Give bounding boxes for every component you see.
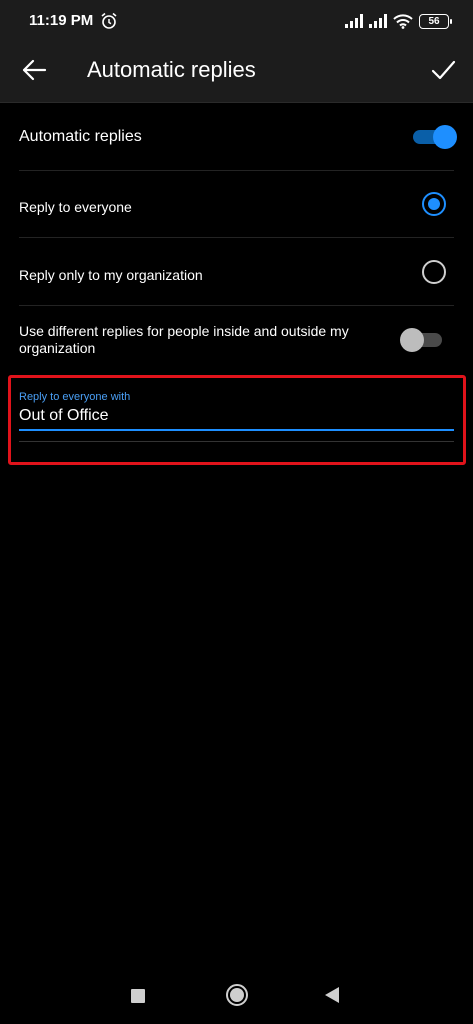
- divider: [19, 441, 454, 442]
- page-title: Automatic replies: [87, 57, 256, 82]
- reply-everyone-radio[interactable]: [422, 192, 446, 216]
- field-underline: [19, 429, 454, 431]
- recents-icon[interactable]: [131, 989, 145, 1003]
- battery-icon: 56: [419, 13, 452, 29]
- different-replies-label: Use different replies for people inside …: [19, 323, 349, 356]
- reply-message-input[interactable]: [19, 405, 454, 427]
- status-bar: 11:19 PM 56: [0, 0, 473, 40]
- automatic-replies-row[interactable]: Automatic replies: [0, 103, 473, 170]
- status-icons: 56: [345, 11, 452, 31]
- arrow-left-icon[interactable]: [20, 56, 48, 84]
- automatic-replies-toggle[interactable]: [413, 125, 457, 149]
- battery-level: 56: [428, 15, 440, 27]
- reply-org-label: Reply only to my organization: [19, 267, 203, 283]
- back-triangle-icon[interactable]: [325, 987, 339, 1003]
- signal-icon: [345, 14, 363, 28]
- home-icon[interactable]: [226, 984, 248, 1006]
- check-icon[interactable]: [430, 57, 456, 83]
- system-nav-bar: [0, 970, 473, 1024]
- app-bar: Automatic replies: [0, 40, 473, 103]
- status-time: 11:19 PM: [29, 12, 94, 29]
- automatic-replies-label: Automatic replies: [19, 128, 142, 145]
- alarm-icon: [101, 12, 117, 29]
- reply-everyone-option[interactable]: Reply to everyone: [0, 171, 473, 237]
- different-replies-row[interactable]: Use different replies for people inside …: [0, 306, 473, 368]
- reply-field-label: Reply to everyone with: [19, 391, 131, 403]
- wifi-icon: [393, 13, 413, 29]
- reply-everyone-label: Reply to everyone: [19, 199, 132, 215]
- reply-org-radio[interactable]: [422, 260, 446, 284]
- reply-org-option[interactable]: Reply only to my organization: [0, 238, 473, 305]
- signal-icon: [369, 14, 387, 28]
- different-replies-toggle[interactable]: [400, 328, 442, 352]
